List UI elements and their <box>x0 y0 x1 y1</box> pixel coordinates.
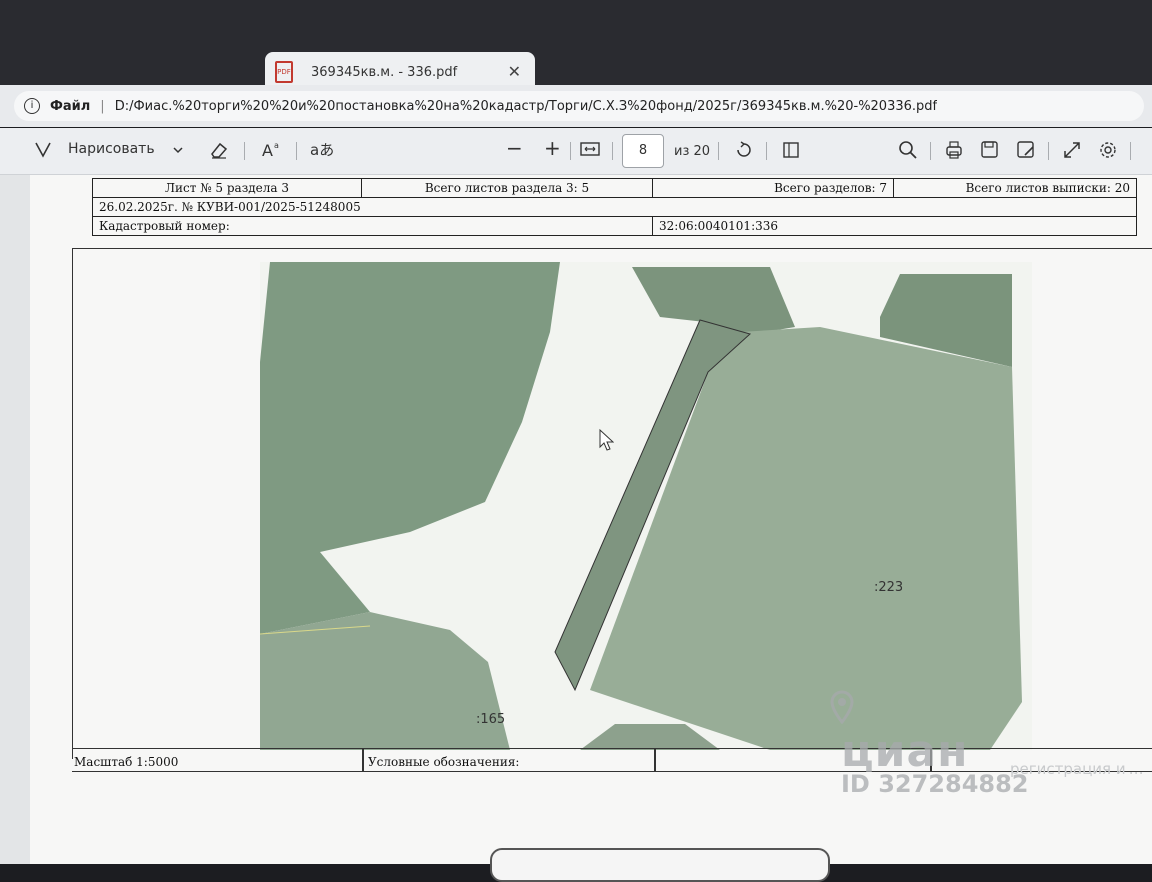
bottom-bar[interactable] <box>490 848 830 882</box>
svg-text:aあ: aあ <box>310 141 334 159</box>
text-icon[interactable]: Aa <box>262 140 286 160</box>
draw-button-label[interactable]: Нарисовать <box>68 141 155 157</box>
search-icon[interactable] <box>898 140 918 160</box>
tab-title: 369345кв.м. - 336.pdf <box>311 64 458 80</box>
svg-text:A: A <box>262 141 273 160</box>
mouse-cursor-icon <box>599 428 614 451</box>
chevron-down-icon[interactable] <box>172 144 184 156</box>
parcel-label-223: :223 <box>874 580 904 595</box>
side-text: регистрация и … <box>1010 760 1144 778</box>
date-number: 26.02.2025г. № КУВИ-001/2025-51248005 <box>92 197 1137 217</box>
address-scheme: Файл <box>50 98 91 114</box>
location-pin-icon <box>830 690 854 724</box>
zoom-in-icon[interactable]: + <box>544 136 561 160</box>
save-icon[interactable] <box>980 140 1000 160</box>
fullscreen-icon[interactable] <box>1062 140 1082 160</box>
address-separator: | <box>100 98 105 114</box>
cadastral-label: Кадастровый номер: <box>92 216 653 236</box>
watermark-id: ID 327284882 <box>841 770 1029 798</box>
settings-icon[interactable] <box>1098 140 1118 160</box>
page-number-input[interactable]: 8 <box>622 134 664 168</box>
legend-label: Условные обозначения: <box>368 755 520 769</box>
address-url[interactable]: D:/Фиас.%20торги%20%20и%20постановка%20н… <box>115 99 937 114</box>
sheets-total: Всего листов выписки: 20 <box>893 178 1137 198</box>
zoom-out-icon[interactable]: − <box>506 136 523 160</box>
draw-icon[interactable] <box>34 140 52 158</box>
read-aloud-icon[interactable]: aあ <box>310 140 336 160</box>
address-bar: i Файл | D:/Фиас.%20торги%20%20и%20поста… <box>0 85 1152 127</box>
sections-total: Всего разделов: 7 <box>652 178 894 198</box>
map-footer: Масштаб 1:5000 Условные обозначения: <box>72 748 1152 772</box>
info-icon[interactable]: i <box>24 98 40 114</box>
eraser-icon[interactable] <box>208 140 230 160</box>
cadastral-value: 32:06:0040101:336 <box>652 216 1137 236</box>
pdf-file-icon: PDF <box>275 61 293 83</box>
close-tab-icon[interactable]: ✕ <box>508 62 521 81</box>
print-icon[interactable] <box>944 140 964 160</box>
save-as-icon[interactable] <box>1016 140 1036 160</box>
extract-header-table: Лист № 5 раздела 3 Всего листов раздела … <box>92 178 1137 236</box>
address-field[interactable]: i Файл | D:/Фиас.%20торги%20%20и%20поста… <box>14 91 1144 121</box>
pdf-toolbar: Нарисовать Aa aあ − + 8 из 20 <box>0 128 1152 175</box>
svg-text:a: a <box>274 141 279 150</box>
sheets-in-section: Всего листов раздела 3: 5 <box>361 178 653 198</box>
cadastral-map <box>260 262 1032 750</box>
rotate-icon[interactable] <box>734 140 754 160</box>
page-view-icon[interactable] <box>782 140 802 160</box>
total-pages-label: из 20 <box>674 144 711 159</box>
fit-width-icon[interactable] <box>580 141 600 157</box>
parcel-label-165: :165 <box>476 712 506 727</box>
scale-label: Масштаб 1:5000 <box>74 755 179 769</box>
sheet-number: Лист № 5 раздела 3 <box>92 178 362 198</box>
tab-bar: PDF 369345кв.м. - 336.pdf ✕ <box>0 0 1152 92</box>
